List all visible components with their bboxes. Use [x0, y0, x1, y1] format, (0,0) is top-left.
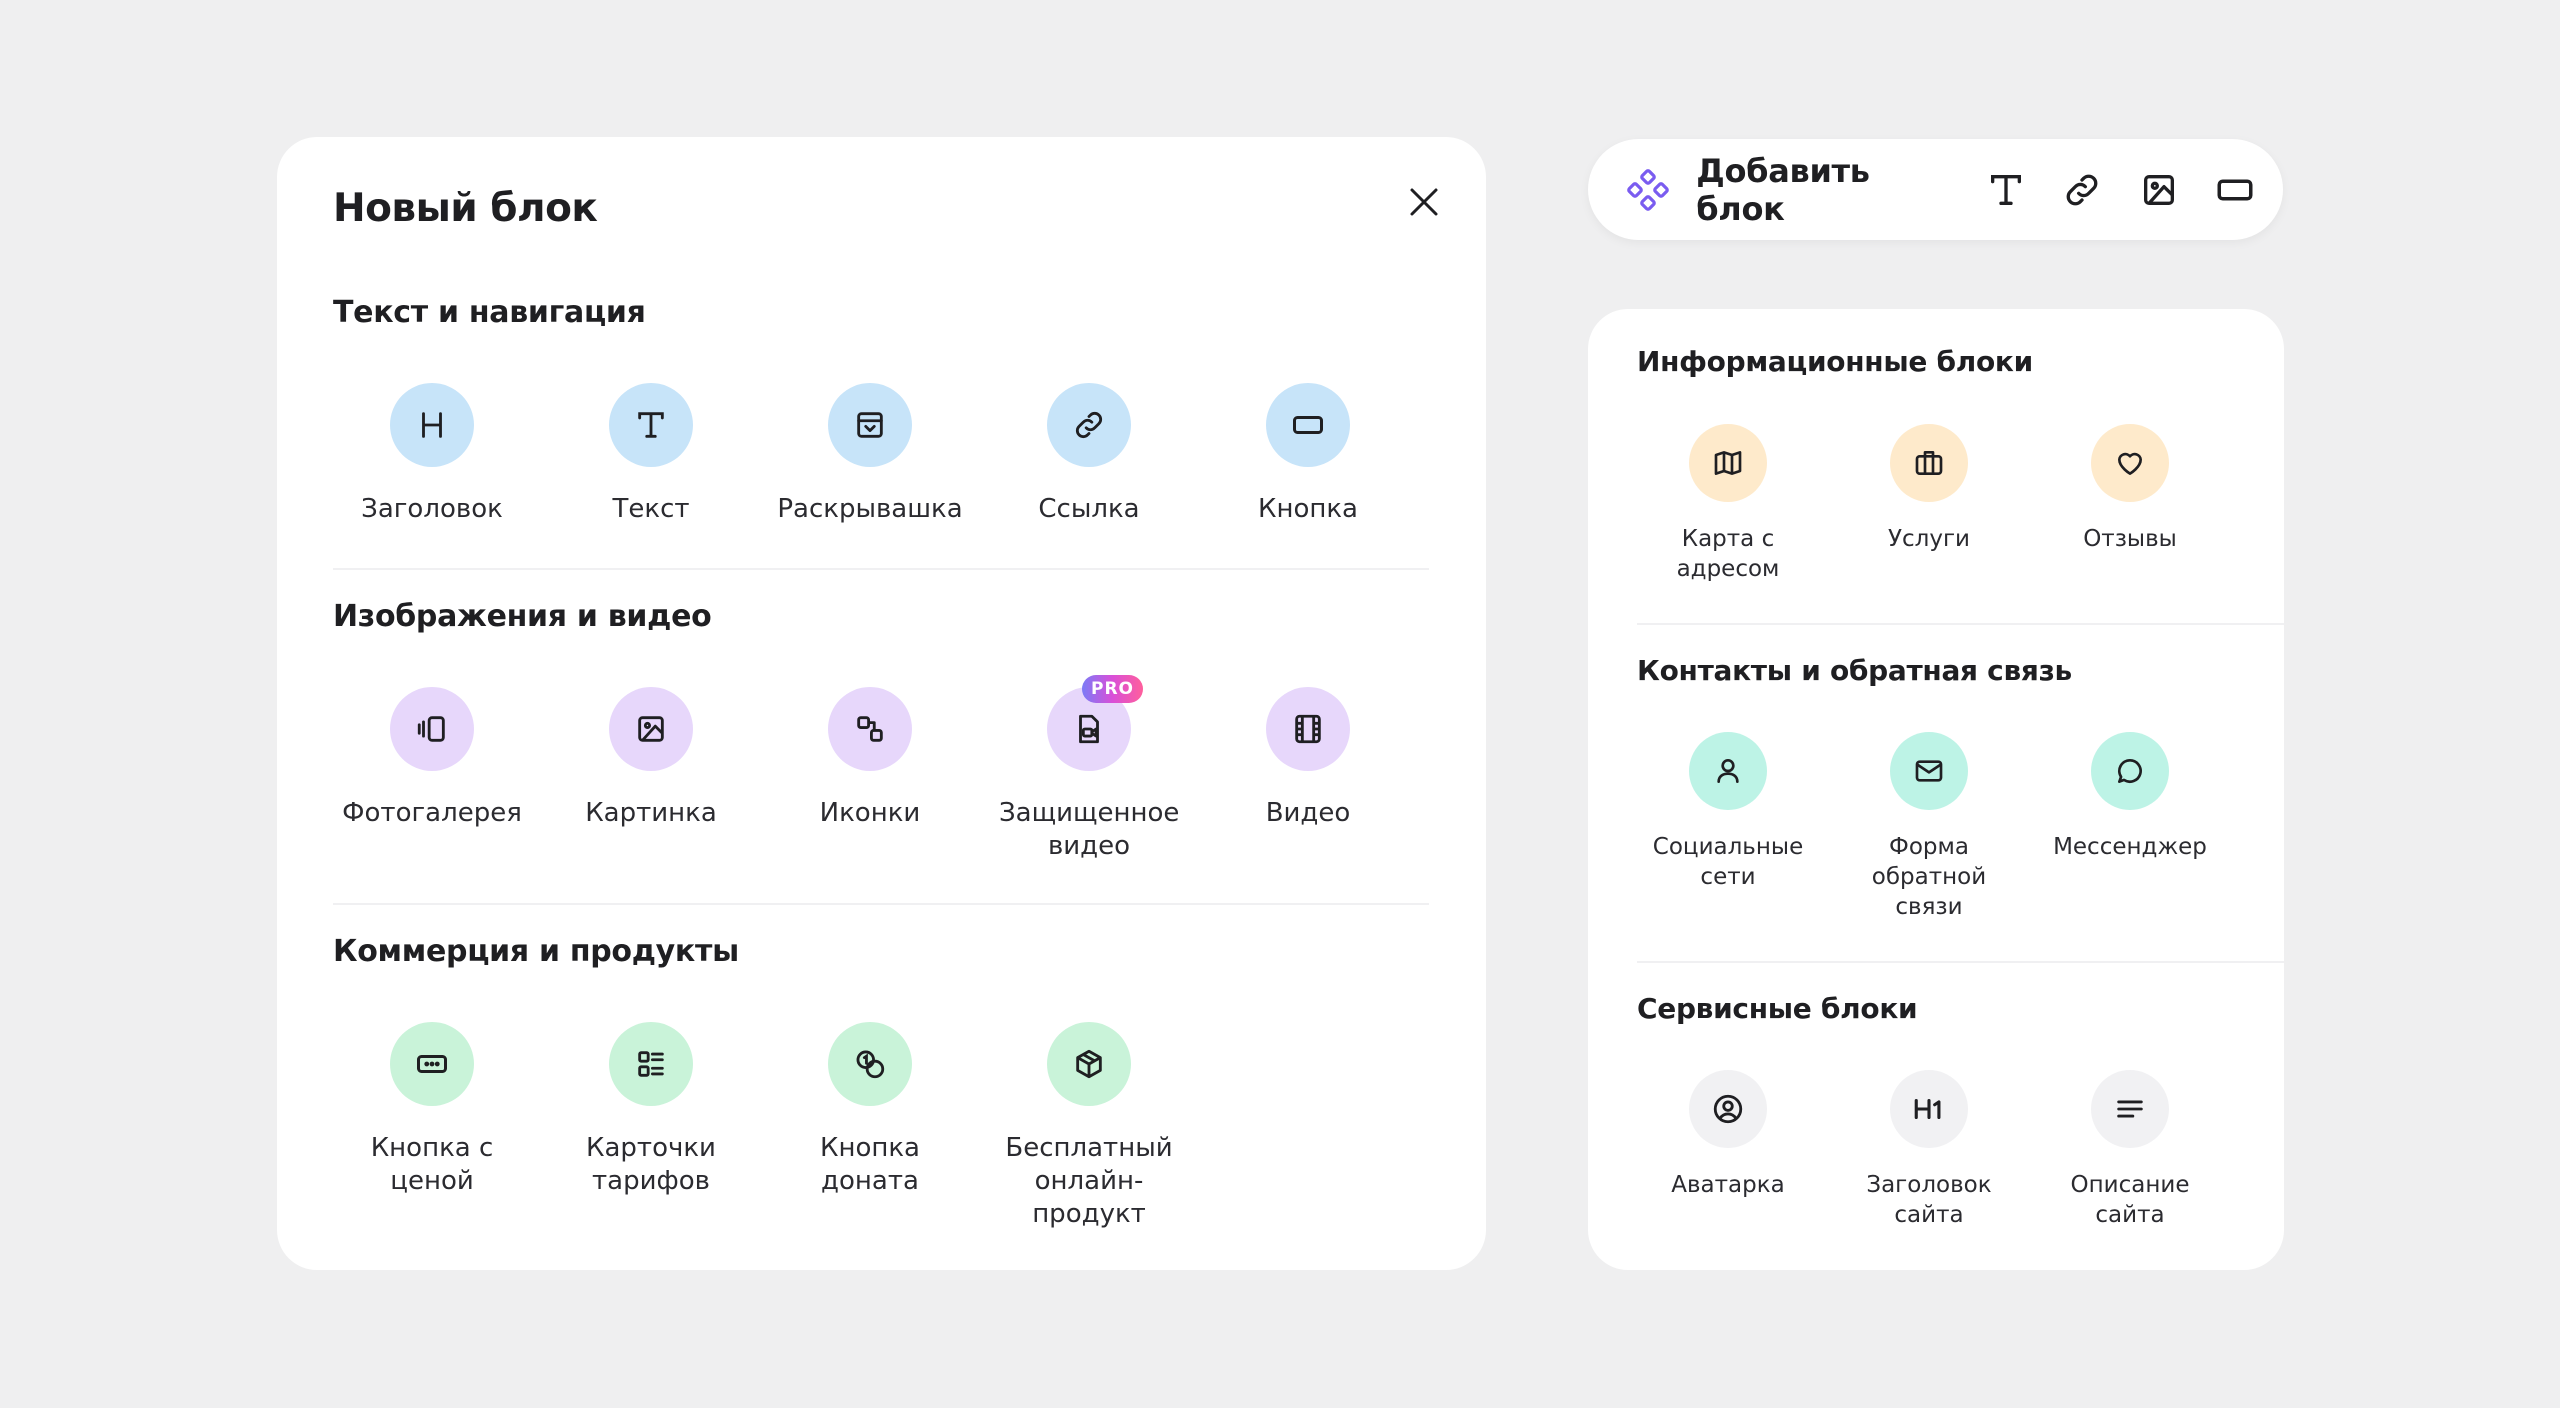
icons-icon [857, 716, 883, 742]
link-icon [2066, 174, 2098, 205]
chat-icon [2118, 758, 2142, 783]
image-icon [2143, 174, 2174, 205]
image-icon [638, 716, 664, 742]
section-title-commerce: Коммерция и продукты [333, 934, 739, 969]
block-gallery[interactable]: Фотогалерея [327, 687, 537, 830]
briefcase-icon [1915, 451, 1943, 475]
mail-icon [1915, 760, 1943, 782]
section-title-contacts: Контакты и обратная связь [1637, 654, 2072, 687]
modal-title: Новый блок [333, 186, 598, 231]
section-title-images-video: Изображения и видео [333, 599, 712, 634]
price-button-icon [417, 1055, 447, 1073]
h1-icon [1914, 1098, 1941, 1120]
block-free-product[interactable]: Бесплатный онлайн-продукт [984, 1022, 1194, 1231]
divider [333, 568, 1429, 570]
block-tariff-cards[interactable]: Карточки тарифов [546, 1022, 756, 1198]
close-icon [1410, 188, 1438, 216]
section-title-service: Сервисные блоки [1637, 992, 1918, 1025]
block-donate-button[interactable]: Кнопка доната [765, 1022, 975, 1198]
block-heading[interactable]: Заголовок [327, 383, 537, 526]
description-icon [2117, 1100, 2143, 1118]
new-block-modal: Новый блок Текст и навигация Заголовок Т… [277, 137, 1486, 1270]
block-video[interactable]: Видео [1203, 687, 1413, 830]
divider [333, 903, 1429, 905]
add-block-button[interactable]: Добавить блок [1696, 152, 1952, 228]
toolbar-link-button[interactable] [2054, 160, 2110, 220]
text-icon [1991, 174, 2022, 205]
block-link[interactable]: Ссылка [984, 383, 1194, 526]
block-avatar[interactable]: Аватарка [1628, 1070, 1828, 1200]
heading-icon [422, 412, 442, 438]
block-categories-panel: Информационные блоки Карта с адресом Усл… [1588, 309, 2284, 1270]
link-icon [1075, 411, 1103, 439]
block-icons[interactable]: Иконки [765, 687, 975, 830]
section-title-info: Информационные блоки [1637, 345, 2033, 378]
block-feedback-form[interactable]: Форма обратной связи [1829, 732, 2029, 922]
map-icon [1714, 451, 1742, 475]
block-site-description[interactable]: Описание сайта [2030, 1070, 2230, 1230]
block-services[interactable]: Услуги [1829, 424, 2029, 554]
section-title-text-nav: Текст и навигация [333, 295, 646, 330]
block-protected-video[interactable]: PRO Защищенное видео [984, 675, 1194, 863]
block-reviews[interactable]: Отзывы [2030, 424, 2230, 554]
block-price-button[interactable]: Кнопка с ценой [327, 1022, 537, 1198]
block-messenger[interactable]: Мессенджер [2030, 732, 2230, 862]
text-icon [638, 412, 664, 438]
accordion-icon [857, 412, 883, 438]
button-icon [2217, 179, 2253, 200]
block-button[interactable]: Кнопка [1203, 383, 1413, 526]
avatar-icon [1713, 1094, 1743, 1124]
block-accordion[interactable]: Раскрывашка [765, 383, 975, 526]
heart-icon [2118, 452, 2142, 475]
block-text[interactable]: Текст [546, 383, 756, 526]
divider [1637, 623, 2284, 625]
block-site-title[interactable]: Заголовок сайта [1829, 1070, 2029, 1230]
protected-video-icon [1079, 714, 1099, 744]
pro-badge: PRO [1081, 675, 1143, 703]
blocks-logo-icon [1620, 160, 1676, 220]
toolbar-text-button[interactable] [1978, 160, 2034, 220]
block-social[interactable]: Социальные сети [1628, 732, 1828, 892]
film-icon [1295, 714, 1321, 744]
coins-icon [856, 1050, 885, 1079]
block-map[interactable]: Карта с адресом [1628, 424, 1828, 584]
button-icon [1293, 416, 1323, 434]
block-image[interactable]: Картинка [546, 687, 756, 830]
gallery-icon [417, 716, 445, 742]
user-icon [1717, 759, 1739, 783]
tariff-cards-icon [638, 1051, 664, 1077]
toolbar-image-button[interactable] [2130, 160, 2186, 220]
toolbar-button-button[interactable] [2207, 160, 2263, 220]
package-icon [1076, 1049, 1102, 1079]
toolbar: Добавить блок [1588, 139, 2283, 240]
divider [1637, 961, 2284, 963]
close-button[interactable] [1397, 175, 1451, 229]
